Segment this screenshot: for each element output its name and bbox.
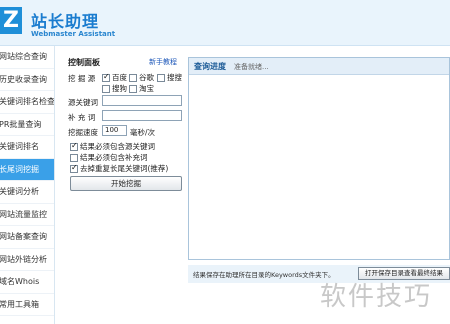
source-sogou-checkbox[interactable] — [102, 85, 110, 93]
sidebar-item-pr-batch[interactable]: PR批量查询 — [0, 114, 54, 136]
app-title: 站长助理 — [31, 12, 100, 31]
sidebar-item-toolbox[interactable]: 常用工具箱 — [0, 294, 54, 316]
source-baidu-checkbox[interactable] — [102, 72, 110, 82]
source-taobao-option[interactable]: 淘宝 — [129, 83, 154, 94]
source-google-checkbox[interactable] — [129, 74, 137, 82]
sidebar: 网站综合查询 历史收录查询 关键词排名检查 PR批量查询 关键词排名 长尾词挖掘… — [0, 46, 55, 324]
source-keyword-label: 源关键词 — [68, 98, 98, 107]
source-baidu-option[interactable]: 百度 — [102, 72, 127, 83]
include-source-checkbox[interactable] — [70, 141, 78, 151]
option-include-source[interactable]: 结果必须包含源关键词 — [70, 141, 155, 152]
app-header: Z 站长助理 Webmaster Assistant — [0, 0, 450, 46]
speed-label: 挖掘速度 — [68, 128, 98, 137]
app-subtitle: Webmaster Assistant — [31, 30, 116, 38]
source-soso-option[interactable]: 搜搜 — [157, 72, 182, 83]
sidebar-item-whois[interactable]: 域名Whois — [0, 271, 54, 294]
watermark: 软件技巧 — [272, 268, 450, 324]
sidebar-item-history-index[interactable]: 历史收录查询 — [0, 69, 54, 91]
sidebar-item-longtail-mining[interactable]: 长尾词挖掘 — [0, 158, 54, 181]
progress-status: 准备就绪... — [234, 63, 269, 71]
tutorial-link[interactable]: 新手教程 — [149, 57, 177, 67]
progress-header: 查询进度 准备就绪... — [189, 58, 449, 75]
progress-label: 查询进度 — [194, 62, 226, 71]
source-taobao-checkbox[interactable] — [129, 85, 137, 93]
option-include-supplement[interactable]: 结果必须包含补充词 — [70, 152, 148, 163]
include-supplement-checkbox[interactable] — [70, 154, 78, 162]
start-mining-button[interactable]: 开始挖掘 — [70, 176, 182, 191]
sidebar-item-icp-query[interactable]: 网站备案查询 — [0, 226, 54, 249]
panel-title: 控制面板 — [68, 58, 100, 67]
watermark-text: 软件技巧 — [320, 282, 433, 312]
source-label: 挖 掘 源 — [68, 74, 96, 83]
sidebar-item-backlink-analysis[interactable]: 网站外链分析 — [0, 249, 54, 271]
source-sogou-option[interactable]: 搜狗 — [102, 83, 127, 94]
supplement-input[interactable] — [102, 110, 182, 121]
logo-icon: Z — [0, 7, 22, 34]
option-remove-duplicates[interactable]: 去掉重复长尾关键词(推荐) — [70, 163, 168, 174]
sidebar-item-keyword-rank[interactable]: 关键词排名 — [0, 136, 54, 159]
source-keyword-input[interactable] — [102, 95, 182, 106]
supplement-label: 补 充 词 — [68, 113, 96, 122]
sidebar-item-site-query[interactable]: 网站综合查询 — [0, 46, 54, 69]
progress-panel: 查询进度 准备就绪... — [188, 57, 450, 260]
speed-input[interactable]: 100 — [102, 125, 127, 136]
sidebar-item-rank-check[interactable]: 关键词排名检查 — [0, 91, 54, 114]
speed-unit: 毫秒/次 — [130, 128, 156, 137]
control-panel: 控制面板 新手教程 挖 掘 源 百度 谷歌 搜搜 搜狗 淘宝 源关键词 补 充 … — [62, 52, 187, 262]
sidebar-item-keyword-analysis[interactable]: 关键词分析 — [0, 181, 54, 204]
source-google-option[interactable]: 谷歌 — [129, 72, 154, 83]
source-soso-checkbox[interactable] — [157, 74, 165, 82]
sidebar-item-traffic-monitor[interactable]: 网站流量监控 — [0, 204, 54, 226]
remove-duplicates-checkbox[interactable] — [70, 163, 78, 173]
